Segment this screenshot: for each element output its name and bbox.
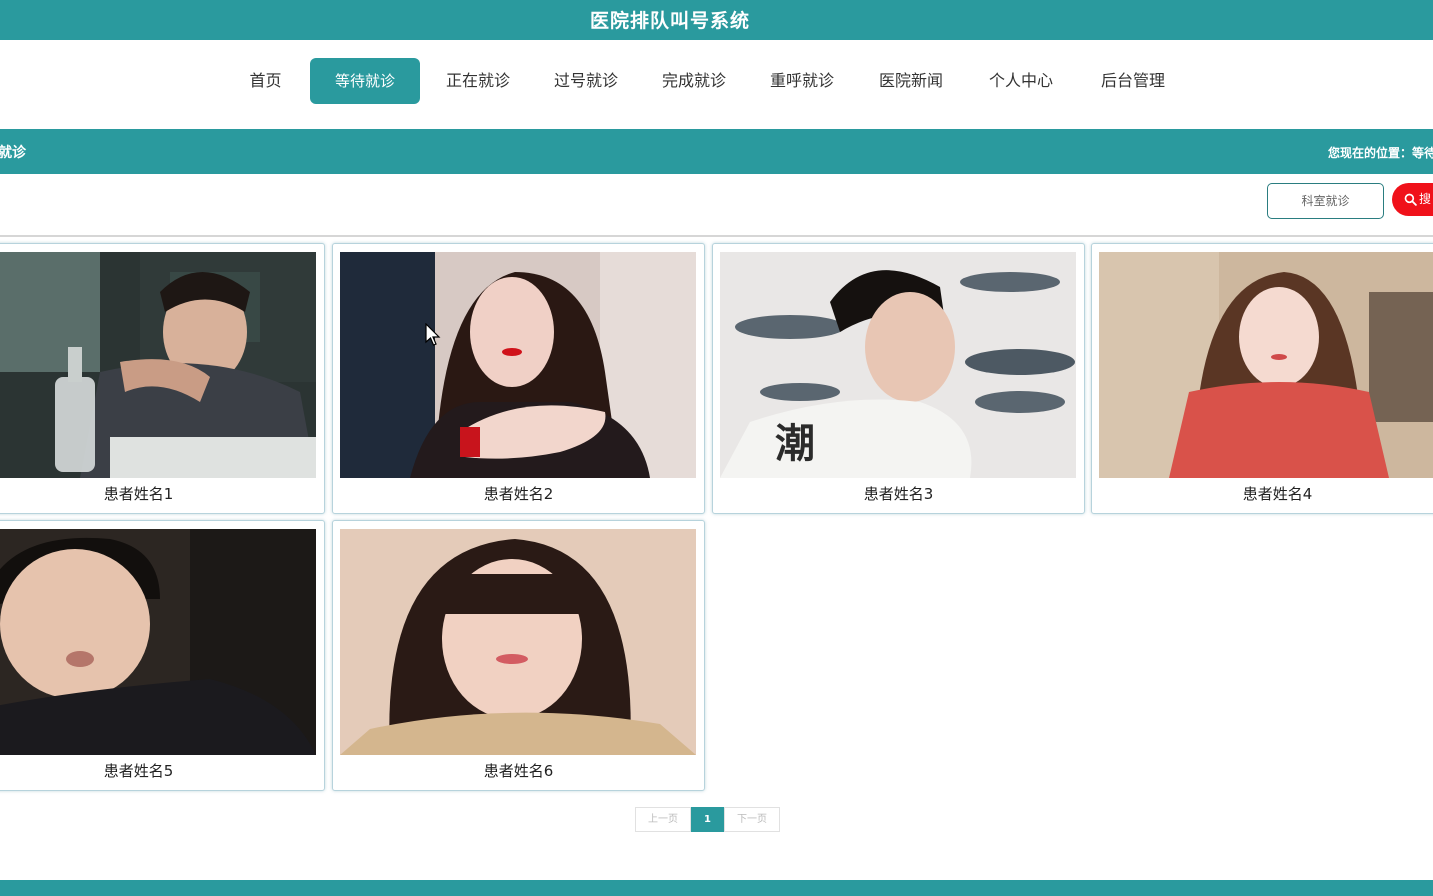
nav-missed[interactable]: 过号就诊 xyxy=(546,58,626,104)
patient-name: 患者姓名1 xyxy=(103,485,174,503)
patient-name: 患者姓名3 xyxy=(863,485,934,503)
breadcrumb-location: 您现在的位置：等待 xyxy=(1327,146,1433,160)
patient-card[interactable]: 患者姓名6 xyxy=(332,520,705,791)
next-page-button[interactable]: 下一页 xyxy=(724,807,780,832)
section-title: 就诊 xyxy=(0,145,26,161)
patient-card[interactable]: 患者姓名5 xyxy=(0,520,325,791)
main-nav: 首页 等待就诊 正在就诊 过号就诊 完成就诊 重呼就诊 医院新闻 个人中心 后台… xyxy=(0,40,1433,129)
department-filter-button[interactable]: 科室就诊 xyxy=(1267,183,1384,219)
nav-recall[interactable]: 重呼就诊 xyxy=(762,58,842,104)
nav-in-progress[interactable]: 正在就诊 xyxy=(438,58,518,104)
patient-card[interactable]: 潮 患者姓名3 xyxy=(712,243,1085,514)
content-divider xyxy=(0,235,1433,237)
nav-completed[interactable]: 完成就诊 xyxy=(654,58,734,104)
patient-photo: 潮 xyxy=(720,252,1076,478)
patient-name: 患者姓名5 xyxy=(103,762,174,780)
page-number-current[interactable]: 1 xyxy=(691,807,724,832)
patient-card[interactable]: 患者姓名2 xyxy=(332,243,705,514)
nav-hospital-news[interactable]: 医院新闻 xyxy=(871,58,951,104)
search-icon xyxy=(1404,193,1417,206)
patient-photo xyxy=(0,529,316,755)
patient-card[interactable]: 患者姓名1 xyxy=(0,243,325,514)
top-header-bar: 医院排队叫号系统 xyxy=(0,0,1433,40)
svg-text:潮: 潮 xyxy=(775,422,815,466)
search-button-label: 搜 xyxy=(1419,192,1432,206)
search-button[interactable]: 搜 xyxy=(1392,183,1433,216)
site-title: 医院排队叫号系统 xyxy=(590,10,751,32)
patient-photo xyxy=(0,252,316,478)
patient-name: 患者姓名6 xyxy=(483,762,554,780)
breadcrumb-bar: 就诊 您现在的位置：等待 xyxy=(0,129,1433,174)
footer-bar xyxy=(0,880,1433,896)
prev-page-button[interactable]: 上一页 xyxy=(635,807,691,832)
patient-photo xyxy=(340,252,696,478)
nav-admin[interactable]: 后台管理 xyxy=(1093,58,1173,104)
patient-name: 患者姓名2 xyxy=(483,485,554,503)
nav-home[interactable]: 首页 xyxy=(238,58,293,104)
patient-photo xyxy=(1099,252,1433,478)
patient-name: 患者姓名4 xyxy=(1242,485,1313,503)
patient-photo xyxy=(340,529,696,755)
nav-waiting[interactable]: 等待就诊 xyxy=(310,58,420,104)
nav-personal-center[interactable]: 个人中心 xyxy=(981,58,1061,104)
pagination: 上一页 1 下一页 xyxy=(635,807,780,832)
patient-card[interactable]: 患者姓名4 xyxy=(1091,243,1433,514)
mouse-cursor-icon xyxy=(425,323,441,346)
